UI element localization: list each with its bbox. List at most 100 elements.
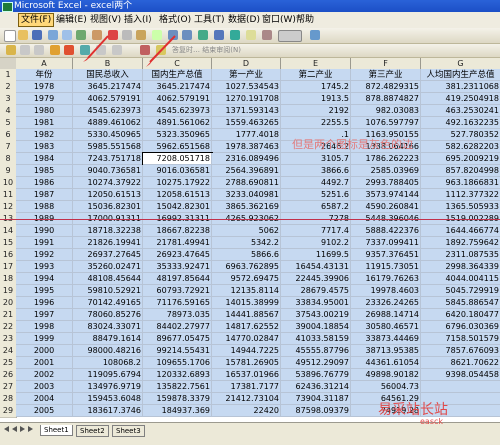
data-cell[interactable]: 109655.1706	[143, 357, 212, 369]
data-cell[interactable]: 60793.72921	[143, 285, 212, 297]
data-cell[interactable]: 39004.18854	[281, 321, 351, 333]
data-cell[interactable]: 5045.729919	[421, 285, 500, 297]
data-cell[interactable]: 134976.9719	[73, 381, 143, 393]
data-cell[interactable]: 1987	[16, 189, 73, 201]
data-cell[interactable]: 2564.396891	[212, 165, 281, 177]
data-cell[interactable]: 2255.5	[281, 117, 351, 129]
data-cell[interactable]: 2005	[16, 405, 73, 417]
spreadsheet-grid[interactable]: A B C D E F G 1 年份 国民总收入 国内生产总值 第一产业 第二产业 第三产业 人均国内生产总…	[0, 58, 500, 422]
data-cell[interactable]: 6420.180477	[421, 309, 500, 321]
help-icon[interactable]	[310, 30, 320, 40]
header-cell[interactable]: 第一产业	[212, 69, 281, 81]
data-cell[interactable]: 9016.036581	[143, 165, 212, 177]
data-cell[interactable]: 21781.49941	[143, 237, 212, 249]
data-cell[interactable]: 28679.4575	[281, 285, 351, 297]
highlight-icon[interactable]	[140, 45, 150, 55]
data-cell[interactable]: 35333.92471	[143, 261, 212, 273]
grey-icon-1[interactable]	[20, 45, 30, 55]
data-cell[interactable]: 4545.623973	[143, 105, 212, 117]
data-cell[interactable]: 73904.31187	[281, 393, 351, 405]
data-cell[interactable]: 11699.5	[281, 249, 351, 261]
data-cell[interactable]: 1112.377322	[421, 189, 500, 201]
redo-icon[interactable]	[182, 30, 192, 40]
data-cell[interactable]: 4590.260841	[351, 201, 421, 213]
data-cell[interactable]: 6796.030369	[421, 321, 500, 333]
data-cell[interactable]: 5845.886547	[421, 297, 500, 309]
data-cell[interactable]: 49898.90182	[351, 369, 421, 381]
data-cell[interactable]: 1365.505933	[421, 201, 500, 213]
data-cell[interactable]: 963.1866831	[421, 177, 500, 189]
data-cell[interactable]: 7717.4	[281, 225, 351, 237]
data-cell[interactable]: 15042.82301	[143, 201, 212, 213]
data-cell[interactable]: 15036.82301	[73, 201, 143, 213]
data-cell[interactable]: 1076.597797	[351, 117, 421, 129]
data-cell[interactable]: 1995	[16, 285, 73, 297]
data-cell[interactable]: 2192	[281, 105, 351, 117]
data-cell[interactable]: 7857.676093	[421, 345, 500, 357]
data-cell[interactable]: 48197.85644	[143, 273, 212, 285]
data-cell[interactable]: 89677.05475	[143, 333, 212, 345]
last-sheet-icon[interactable]	[28, 426, 33, 432]
data-cell[interactable]: 26988.14714	[351, 309, 421, 321]
data-cell[interactable]: 4062.579191	[143, 93, 212, 105]
data-cell[interactable]: 1979	[16, 93, 73, 105]
prev-sheet-icon[interactable]	[12, 426, 17, 432]
data-cell[interactable]: 3573.974144	[351, 189, 421, 201]
data-cell[interactable]: 98000.48216	[73, 345, 143, 357]
data-cell[interactable]: 23326.24265	[351, 297, 421, 309]
data-cell[interactable]: 22420	[212, 405, 281, 417]
data-cell[interactable]: 1913.5	[281, 93, 351, 105]
data-cell[interactable]: 3865.362169	[212, 201, 281, 213]
menu-file[interactable]: 文件(F)	[18, 13, 55, 27]
menu-tools[interactable]: 工具(T)	[192, 14, 227, 26]
data-cell[interactable]: 16537.01966	[212, 369, 281, 381]
data-cell[interactable]: 872.4829315	[351, 81, 421, 93]
zoom-box[interactable]	[278, 30, 302, 42]
data-cell[interactable]: 38713.95385	[351, 345, 421, 357]
data-cell[interactable]: 6587.2	[281, 201, 351, 213]
data-cell[interactable]: 12050.61513	[73, 189, 143, 201]
undo-icon[interactable]	[168, 30, 178, 40]
data-cell[interactable]: 59810.52921	[73, 285, 143, 297]
data-cell[interactable]: 70142.49165	[73, 297, 143, 309]
data-cell[interactable]: 1786.262223	[351, 153, 421, 165]
paste-icon[interactable]	[136, 30, 146, 40]
data-cell[interactable]: 22445.39906	[281, 273, 351, 285]
data-cell[interactable]: 1990	[16, 225, 73, 237]
print-icon[interactable]	[62, 30, 72, 40]
header-cell[interactable]: 国内生产总值	[143, 69, 212, 81]
data-cell[interactable]: 7158.501579	[421, 333, 500, 345]
menu-view[interactable]: 视图(V)	[88, 14, 123, 26]
data-cell[interactable]: 41033.58159	[281, 333, 351, 345]
header-cell[interactable]: 第二产业	[281, 69, 351, 81]
menu-insert[interactable]: 插入(I)	[122, 14, 154, 26]
data-cell[interactable]: 9398.054458	[421, 369, 500, 381]
data-cell[interactable]: 5323.350965	[143, 129, 212, 141]
data-cell[interactable]	[421, 381, 500, 393]
data-cell[interactable]: 1993	[16, 261, 73, 273]
data-cell[interactable]: 1999	[16, 333, 73, 345]
data-cell[interactable]: 21826.19941	[73, 237, 143, 249]
data-cell[interactable]: 1986	[16, 177, 73, 189]
data-cell[interactable]: 14441.88567	[212, 309, 281, 321]
data-cell[interactable]: 11915.73051	[351, 261, 421, 273]
menu-window[interactable]: 窗口(W)	[260, 14, 298, 26]
data-cell[interactable]: 5985.551568	[73, 141, 143, 153]
delete-comment-icon[interactable]	[64, 45, 74, 55]
format-painter-icon[interactable]	[152, 30, 162, 40]
data-cell[interactable]: 10275.17922	[143, 177, 212, 189]
data-cell[interactable]: 3645.217474	[143, 81, 212, 93]
data-cell[interactable]: 419.2504918	[421, 93, 500, 105]
permission-icon[interactable]	[48, 30, 58, 40]
data-cell[interactable]: 120332.6893	[143, 369, 212, 381]
data-cell[interactable]: 2003	[16, 381, 73, 393]
data-cell[interactable]: 12058.61513	[143, 189, 212, 201]
data-cell[interactable]: 87598.09379	[281, 405, 351, 417]
data-cell[interactable]: 1777.4018	[212, 129, 281, 141]
data-cell[interactable]: 5342.2	[212, 237, 281, 249]
data-cell[interactable]: 4889.461062	[73, 117, 143, 129]
data-cell[interactable]: 84402.27977	[143, 321, 212, 333]
menu-data[interactable]: 数据(D)	[226, 14, 262, 26]
data-cell[interactable]: 83024.33071	[73, 321, 143, 333]
data-cell[interactable]: 1981	[16, 117, 73, 129]
